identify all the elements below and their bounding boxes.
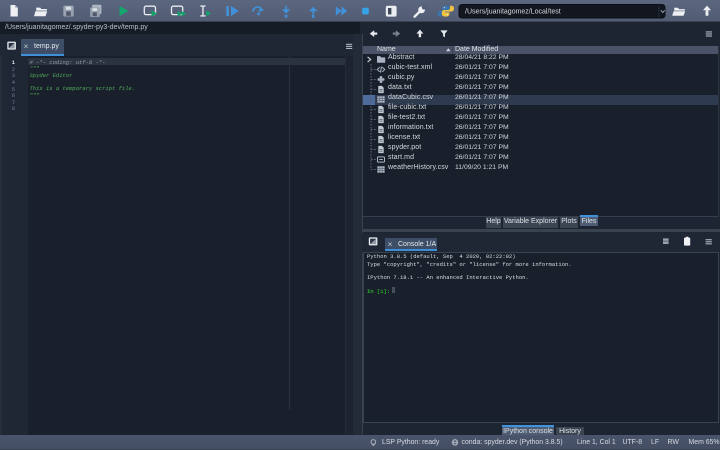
svg-text:/Users/juanitagomez/Local/test: /Users/juanitagomez/Local/test [465,9,561,16]
